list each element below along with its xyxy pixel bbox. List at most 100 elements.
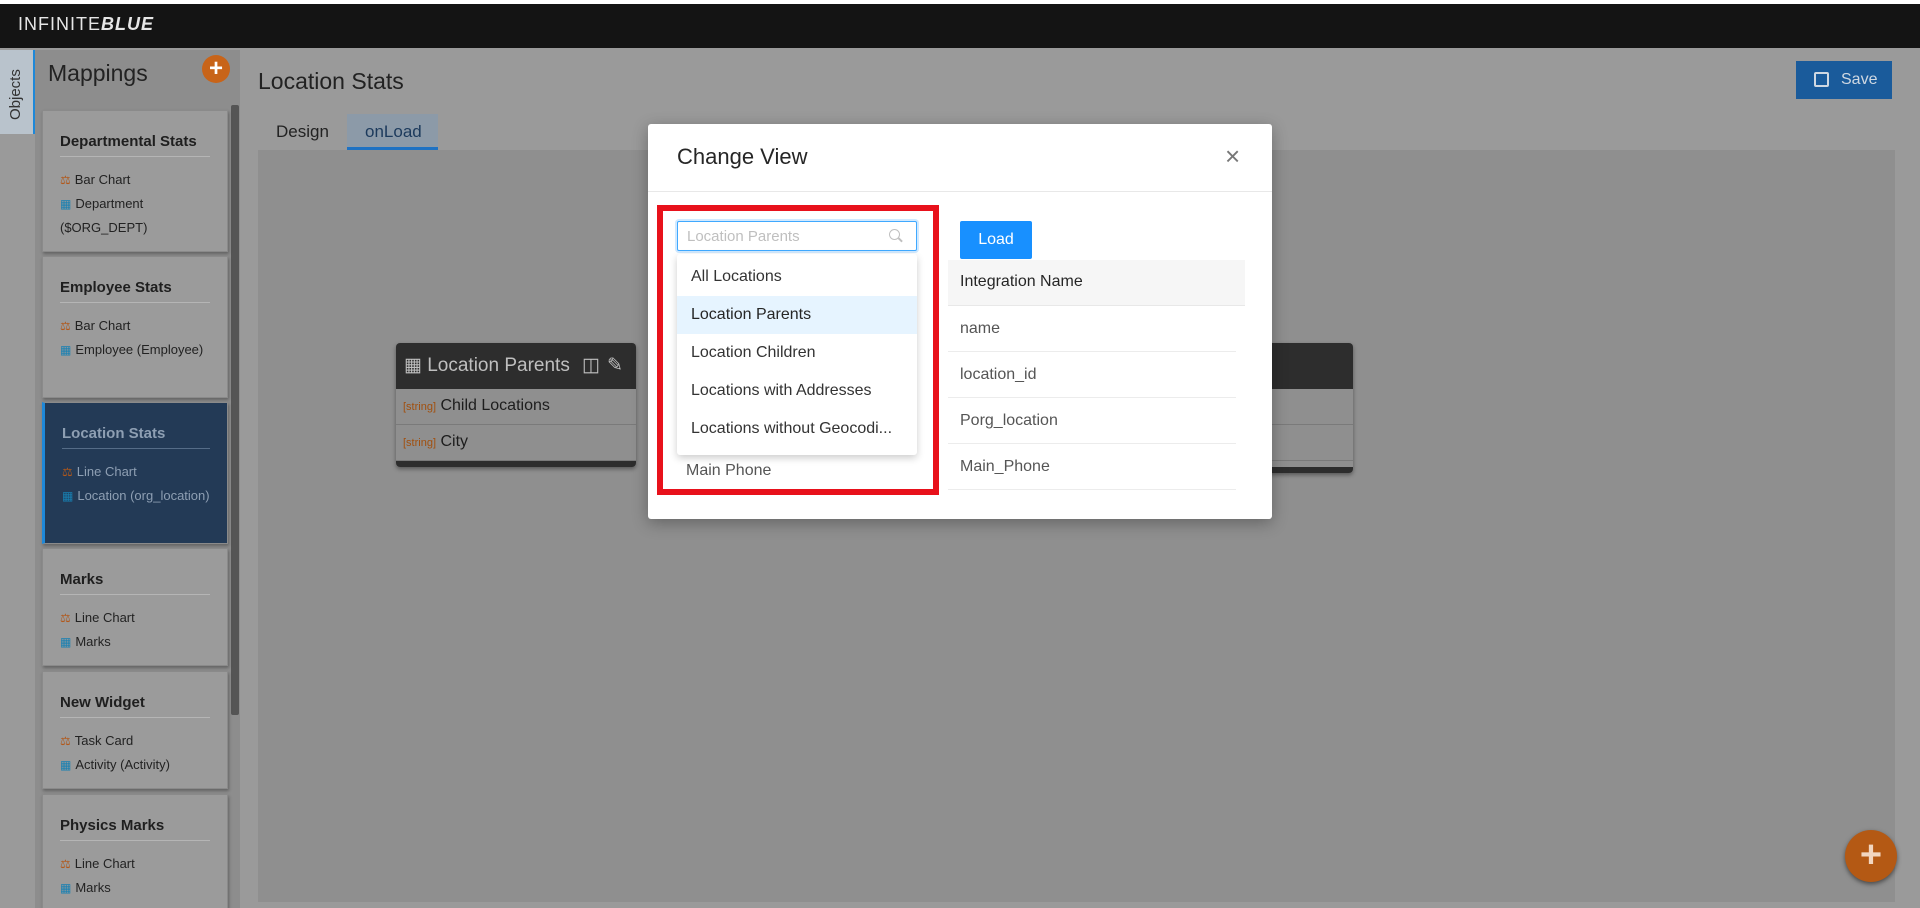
table-row: name [948, 306, 1236, 352]
entity-field-row[interactable]: [string] Child Locations [396, 389, 636, 425]
app-logo[interactable]: INFINITEBLUE [18, 14, 154, 35]
mapping-card-object: ▦ Department ($ORG_DEPT) [60, 192, 210, 239]
entity-field-row[interactable]: [string] City [396, 425, 636, 461]
entity-card-secondary[interactable] [1263, 343, 1353, 473]
edit-icon[interactable]: ✎ [607, 343, 623, 389]
field-type-label: [string] [403, 401, 437, 413]
mapping-card-object-label: Location (org_location) [77, 488, 210, 503]
integration-name-cell: Main_Phone [960, 458, 1050, 475]
mappings-panel: Mappings + Departmental Stats ⚖ Bar Chart… [35, 50, 240, 908]
mappings-title: Mappings [48, 60, 148, 86]
mapping-card-marks[interactable]: Marks ⚖ Line Chart ▦ Marks [42, 548, 228, 666]
mapping-card-object: ▦ Activity (Activity) [60, 753, 210, 777]
save-button-label: Save [1841, 71, 1878, 88]
field-type-label: [string] [403, 437, 437, 449]
mapping-card-title: New Widget [60, 694, 210, 718]
objects-tab[interactable]: Objects [0, 50, 35, 134]
chart-type-icon: ⚖ [60, 734, 71, 748]
mapping-card-chart-label: Bar Chart [74, 172, 131, 187]
table-icon: ▦ [62, 489, 74, 503]
mapping-card-object: ▦ Employee (Employee) [60, 338, 210, 362]
mapping-card-chart: ⚖ Line Chart [60, 852, 210, 876]
objects-tab-label: Objects [7, 69, 24, 120]
modal-title: Change View [677, 144, 808, 169]
table-row: location_id [948, 352, 1236, 398]
mapping-card-chart-label: Line Chart [74, 610, 135, 625]
mapping-card-title: Location Stats [62, 425, 210, 449]
integration-name-cell: Porg_location [960, 412, 1058, 429]
change-view-modal: Change View × Load Integration Name name… [648, 124, 1272, 519]
top-bar: INFINITEBLUE [0, 0, 1920, 48]
save-icon [1814, 72, 1829, 87]
mapping-card-chart-label: Task Card [74, 733, 134, 748]
mapping-card-object: ▦ Marks [60, 630, 210, 654]
close-icon[interactable]: × [1225, 143, 1240, 169]
entity-card-footer [1263, 467, 1353, 473]
logo-text-infinite: INFINITE [18, 14, 101, 34]
mapping-card-object: ▦ Location (org_location) [62, 484, 210, 508]
table-icon: ▦ [60, 343, 72, 357]
add-mapping-button[interactable]: + [202, 55, 230, 83]
mapping-card-object-label: Employee (Employee) [75, 342, 204, 357]
mapping-card-title: Marks [60, 571, 210, 595]
columns-icon[interactable]: ◫ [582, 343, 600, 389]
mapping-card-location-stats[interactable]: Location Stats ⚖ Line Chart ▦ Location (or… [42, 402, 228, 544]
entity-card-title: Location Parents [427, 355, 570, 376]
column-header-integration-name: Integration Name [960, 273, 1083, 290]
mapping-card-object-label: Department ($ORG_DEPT) [60, 196, 148, 235]
table-header: Integration Name [948, 260, 1245, 306]
chart-type-icon: ⚖ [60, 857, 71, 871]
entity-card-header [1263, 343, 1353, 389]
mapping-card-chart: ⚖ Line Chart [60, 606, 210, 630]
entity-card-header: ▦ Location Parents ◫ ✎ [396, 343, 636, 389]
mapping-card-chart-label: Line Chart [74, 856, 135, 871]
save-button[interactable]: Save [1796, 61, 1892, 99]
mappings-scrollbar[interactable] [231, 105, 239, 715]
add-fab-button[interactable]: + [1845, 830, 1897, 882]
chart-type-icon: ⚖ [60, 611, 71, 625]
entity-field-row[interactable] [1263, 425, 1353, 461]
mapping-card-departmental-stats[interactable]: Departmental Stats ⚖ Bar Chart ▦ Departmen… [42, 110, 228, 252]
annotation-highlight-box [657, 205, 939, 495]
chart-type-icon: ⚖ [60, 319, 71, 333]
table-icon: ▦ [60, 881, 72, 895]
mapping-card-physics-marks[interactable]: Physics Marks ⚖ Line Chart ▦ Marks [42, 794, 228, 908]
table-row: Main_Phone [948, 444, 1236, 490]
mapping-card-object: ▦ Marks [60, 876, 210, 900]
table-icon: ▦ [404, 355, 422, 376]
load-button[interactable]: Load [960, 221, 1032, 259]
mapping-card-chart-label: Bar Chart [74, 318, 131, 333]
entity-card-location-parents[interactable]: ▦ Location Parents ◫ ✎ [string] Child Lo… [396, 343, 636, 467]
mapping-card-title: Departmental Stats [60, 133, 210, 157]
mapping-card-object-label: Marks [75, 634, 111, 649]
table-icon: ▦ [60, 197, 72, 211]
table-icon: ▦ [60, 758, 72, 772]
entity-field-row[interactable] [1263, 389, 1353, 425]
field-name-label: City [440, 433, 469, 450]
integration-name-cell: location_id [960, 366, 1037, 383]
chart-type-icon: ⚖ [60, 173, 71, 187]
mapping-card-object-label: Marks [75, 880, 111, 895]
mapping-card-object-label: Activity (Activity) [75, 757, 170, 772]
mapping-card-chart: ⚖ Bar Chart [60, 314, 210, 338]
mapping-card-title: Employee Stats [60, 279, 210, 303]
page-title: Location Stats [258, 68, 404, 94]
field-name-label: Child Locations [440, 397, 550, 414]
integration-name-cell: name [960, 320, 1001, 337]
modal-header: Change View × [648, 124, 1272, 192]
mapping-card-new-widget[interactable]: New Widget ⚖ Task Card ▦ Activity (Activit… [42, 671, 228, 789]
chart-type-icon: ⚖ [62, 465, 73, 479]
table-icon: ▦ [60, 635, 72, 649]
mapping-card-title: Physics Marks [60, 817, 210, 841]
mapping-card-chart: ⚖ Line Chart [62, 460, 210, 484]
table-row: Porg_location [948, 398, 1236, 444]
mapping-card-chart-label: Line Chart [76, 464, 137, 479]
mapping-card-chart: ⚖ Task Card [60, 729, 210, 753]
mappings-header: Mappings + [35, 50, 240, 100]
tab-design[interactable]: Design [258, 114, 347, 150]
mapping-card-employee-stats[interactable]: Employee Stats ⚖ Bar Chart ▦ Employee (Emp… [42, 256, 228, 398]
entity-card-footer [396, 461, 636, 467]
tab-onload[interactable]: onLoad [347, 114, 438, 150]
mapping-card-chart: ⚖ Bar Chart [60, 168, 210, 192]
logo-text-blue: BLUE [101, 14, 154, 34]
